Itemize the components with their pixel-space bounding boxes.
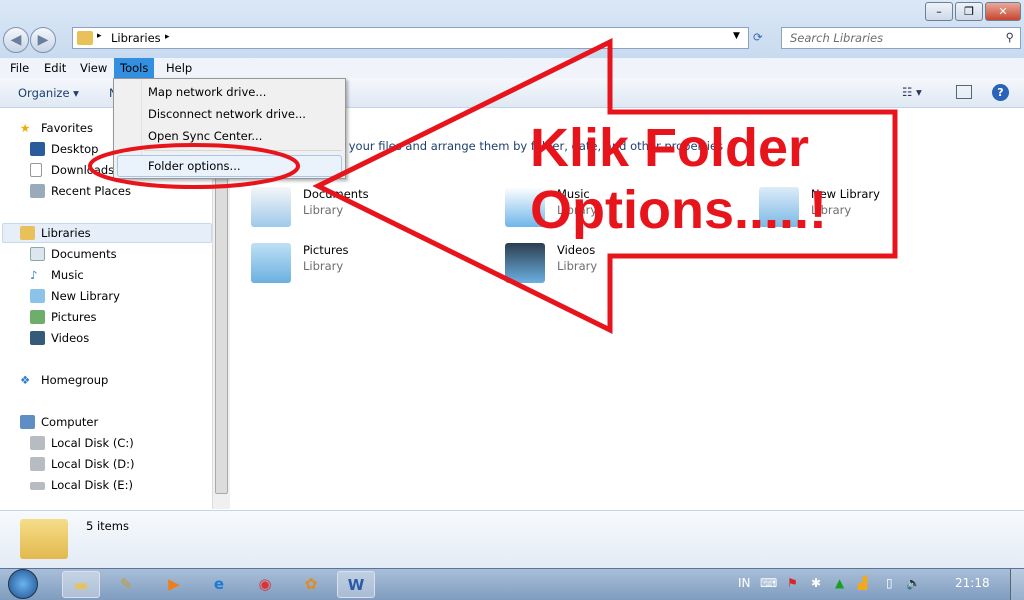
annotation-line2: Options.....! <box>530 180 827 240</box>
annotation-line1: Klik Folder <box>530 118 809 178</box>
annotation-circle <box>88 143 300 189</box>
annotation-overlay: Klik Folder Options.....! <box>88 37 898 335</box>
